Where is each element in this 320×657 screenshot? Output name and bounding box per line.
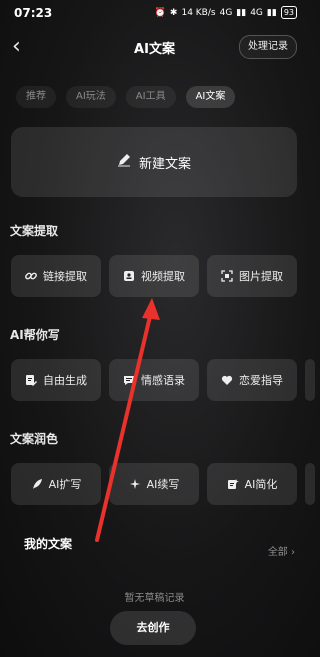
signal-icon: ▮▮ (236, 7, 247, 18)
new-copy-button[interactable]: 新建文案 (11, 127, 297, 197)
view-all-label: 全部 (267, 547, 288, 558)
chat-icon (123, 374, 135, 386)
section-title-polish: 文案润色 (10, 432, 59, 446)
signal-icon-2: ▮▮ (266, 7, 277, 18)
network-speed: 14 KB/s (181, 7, 216, 18)
extract-row: 链接提取 视频提取 图片提取 (11, 255, 297, 297)
ai-continue-button[interactable]: AI续写 (109, 463, 199, 505)
image-extract-button[interactable]: 图片提取 (207, 255, 297, 297)
feather-icon (31, 478, 43, 490)
tab-ai-tools[interactable]: AI工具 (125, 86, 176, 108)
video-extract-button[interactable]: 视频提取 (109, 255, 199, 297)
my-copy-title: 我的文案 (24, 537, 73, 551)
heart-icon (221, 374, 233, 386)
love-guide-label: 恋爱指导 (239, 374, 283, 387)
ai-simplify-label: AI简化 (244, 478, 278, 491)
tab-ai-play[interactable]: AI玩法 (66, 86, 116, 108)
free-generate-button[interactable]: 自由生成 (11, 359, 101, 401)
empty-drafts-text: 暂无草稿记录 (124, 593, 185, 604)
category-tabs: 推荐 AI玩法 AI工具 AI文案 (16, 86, 236, 108)
section-title-write: AI帮你写 (10, 328, 60, 342)
battery-level: 93 (280, 6, 297, 19)
polish-row: AI扩写 AI续写 AI简化 (11, 463, 315, 505)
signal-label-1: 4G (219, 7, 233, 18)
alarm-icon: ⏰ (154, 7, 166, 18)
sparkle-icon (129, 478, 141, 490)
view-all-link[interactable]: 全部 › (268, 543, 295, 558)
history-button[interactable]: 处理记录 (239, 35, 297, 59)
emotion-quotes-button[interactable]: 情感语录 (109, 359, 199, 401)
free-generate-label: 自由生成 (43, 374, 87, 387)
doc-edit-icon (25, 374, 37, 386)
chevron-right-icon: › (291, 547, 295, 558)
ai-expand-button[interactable]: AI扩写 (11, 463, 101, 505)
link-icon (25, 270, 37, 282)
new-copy-label: 新建文案 (138, 156, 191, 172)
emotion-quotes-label: 情感语录 (141, 374, 185, 387)
section-title-extract: 文案提取 (10, 224, 59, 238)
image-extract-label: 图片提取 (239, 270, 283, 283)
pencil-icon (117, 153, 131, 171)
ai-simplify-button[interactable]: AI简化 (207, 463, 297, 505)
video-extract-label: 视频提取 (141, 270, 185, 283)
status-icons: ⏰ ✱ 14 KB/s 4G ▮▮ 4G ▮▮ 93 (155, 6, 297, 19)
tab-recommend[interactable]: 推荐 (16, 86, 56, 108)
more-write-button-partial[interactable] (305, 359, 315, 401)
simplify-icon (227, 478, 239, 490)
bluetooth-icon: ✱ (169, 7, 178, 18)
link-extract-label: 链接提取 (43, 270, 87, 283)
go-create-button[interactable]: 去创作 (110, 611, 196, 645)
signal-label-2: 4G (250, 7, 263, 18)
tab-ai-copy[interactable]: AI文案 (185, 86, 236, 108)
love-guide-button[interactable]: 恋爱指导 (207, 359, 297, 401)
more-polish-button-partial[interactable] (305, 463, 315, 505)
video-icon (123, 270, 135, 282)
ai-continue-label: AI续写 (146, 478, 180, 491)
status-time: 07:23 (14, 6, 53, 20)
write-row: 自由生成 情感语录 恋爱指导 (11, 359, 315, 401)
image-icon (221, 270, 233, 282)
ai-expand-label: AI扩写 (48, 478, 82, 491)
link-extract-button[interactable]: 链接提取 (11, 255, 101, 297)
